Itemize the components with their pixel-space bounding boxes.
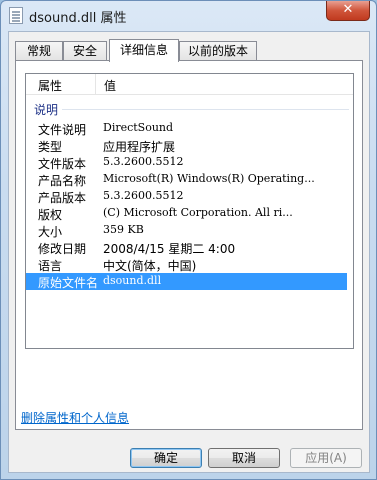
property-value: 5.3.2600.5512	[103, 189, 184, 202]
list-item[interactable]: 文件说明 DirectSound	[26, 120, 347, 137]
property-value: DirectSound	[103, 121, 174, 134]
property-name: 文件说明	[38, 123, 87, 137]
apply-button[interactable]: 应用(A)	[290, 448, 362, 468]
property-name: 产品名称	[38, 174, 87, 188]
property-value: Microsoft(R) Windows(R) Operating...	[103, 172, 315, 185]
group-divider	[62, 109, 349, 110]
title-bar[interactable]: dsound.dll 属性 ✕	[1, 1, 376, 31]
list-item[interactable]: 修改日期 2008/4/15 星期二 4:00	[26, 239, 347, 256]
tab-security[interactable]: 安全	[63, 41, 107, 61]
tab-details[interactable]: 详细信息	[109, 39, 179, 62]
close-button[interactable]: ✕	[326, 1, 370, 21]
property-name: 类型	[38, 140, 63, 154]
property-value: 2008/4/15 星期二 4:00	[103, 242, 236, 256]
property-value: dsound.dll	[103, 274, 162, 287]
property-name: 原始文件名	[38, 276, 99, 290]
window-title: dsound.dll 属性	[29, 11, 127, 26]
property-name: 大小	[38, 225, 63, 239]
property-value: 5.3.2600.5512	[103, 155, 184, 168]
property-name: 版权	[38, 208, 63, 222]
property-value: 应用程序扩展	[103, 140, 176, 154]
list-item[interactable]: 文件版本 5.3.2600.5512	[26, 154, 347, 171]
property-value: 359 KB	[103, 223, 144, 236]
property-name: 修改日期	[38, 242, 87, 256]
list-item[interactable]: 大小 359 KB	[26, 222, 347, 239]
list-item[interactable]: 产品版本 5.3.2600.5512	[26, 188, 347, 205]
tab-general[interactable]: 常规	[15, 41, 63, 61]
list-item[interactable]: 版权 (C) Microsoft Corporation. All ri...	[26, 205, 347, 222]
properties-dialog: dsound.dll 属性 ✕ 常规 安全 详细信息 以前的版本 属性 值 说明	[0, 0, 377, 480]
list-header: 属性 值	[26, 74, 353, 95]
tab-previous-versions[interactable]: 以前的版本	[179, 41, 257, 61]
ok-button[interactable]: 确定	[130, 448, 202, 468]
column-header-value[interactable]: 值	[104, 77, 116, 94]
list-item[interactable]: 产品名称 Microsoft(R) Windows(R) Operating..…	[26, 171, 347, 188]
property-value: (C) Microsoft Corporation. All ri...	[103, 206, 293, 219]
remove-properties-link[interactable]: 删除属性和个人信息	[21, 409, 129, 426]
column-divider[interactable]	[95, 74, 96, 95]
group-label: 说明	[34, 103, 59, 117]
details-panel: 属性 值 说明 文件说明 DirectSound 类型 应用程序扩展 文件版本 …	[15, 60, 363, 430]
column-header-property[interactable]: 属性	[38, 77, 62, 94]
dialog-body: 常规 安全 详细信息 以前的版本 属性 值 说明 文件说明 DirectSoun…	[8, 31, 370, 473]
group-header-description: 说明	[34, 101, 349, 117]
list-item-selected[interactable]: 原始文件名 dsound.dll	[26, 273, 347, 290]
details-list[interactable]: 属性 值 说明 文件说明 DirectSound 类型 应用程序扩展 文件版本 …	[25, 73, 354, 349]
property-name: 文件版本	[38, 157, 87, 171]
list-item[interactable]: 类型 应用程序扩展	[26, 137, 347, 154]
property-value: 中文(简体，中国)	[103, 259, 197, 273]
property-name: 产品版本	[38, 191, 87, 205]
cancel-button[interactable]: 取消	[208, 448, 280, 468]
document-icon	[9, 7, 23, 24]
list-item[interactable]: 语言 中文(简体，中国)	[26, 256, 347, 273]
property-name: 语言	[38, 259, 63, 273]
